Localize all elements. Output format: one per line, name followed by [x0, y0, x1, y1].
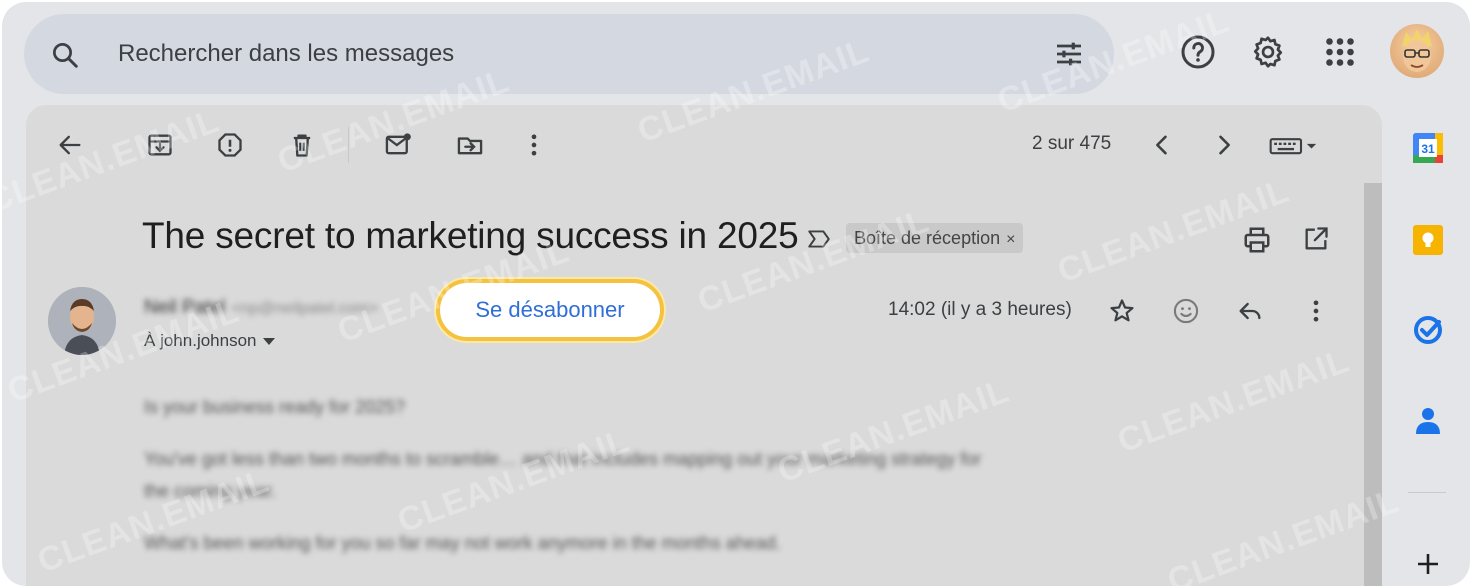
- message-more-vert-icon[interactable]: [1302, 297, 1330, 325]
- chevron-left-icon[interactable]: [1148, 131, 1176, 159]
- sender-name[interactable]: Neil Patel <np@neilpatel.com>: [144, 297, 378, 319]
- contacts-app-icon[interactable]: [1410, 402, 1446, 438]
- print-icon[interactable]: [1242, 225, 1272, 255]
- chevron-right-icon[interactable]: [1210, 131, 1238, 159]
- body-line: What's been working for you so far may n…: [144, 533, 781, 553]
- unsubscribe-button[interactable]: Se désabonner: [436, 279, 664, 341]
- search-bar[interactable]: Rechercher dans les messages: [24, 14, 1114, 94]
- body-line: the coming year.: [144, 481, 277, 501]
- apps-grid-icon[interactable]: [1322, 34, 1358, 70]
- inbox-label-chip[interactable]: Boîte de réception ×: [846, 223, 1024, 253]
- recipient-details-chevron-down-icon[interactable]: [262, 338, 275, 346]
- important-marker-icon[interactable]: [806, 226, 832, 252]
- side-panel-divider: [1408, 492, 1446, 493]
- to-prefix: À: [144, 331, 156, 350]
- memoji-face-icon: [1402, 29, 1432, 72]
- sender-avatar[interactable]: [48, 287, 116, 355]
- more-vert-icon[interactable]: [520, 131, 548, 159]
- message-timestamp: 14:02 (il y a 3 heures): [888, 299, 1072, 320]
- back-arrow-icon[interactable]: [56, 131, 84, 159]
- email-subject: The secret to marketing success in 2025: [142, 215, 799, 256]
- search-input[interactable]: Rechercher dans les messages: [118, 40, 454, 68]
- move-to-icon[interactable]: [456, 131, 484, 159]
- tasks-app-icon[interactable]: [1410, 312, 1446, 348]
- gear-icon[interactable]: [1250, 34, 1286, 70]
- calendar-day-text: 31: [1421, 142, 1435, 156]
- toolbar-divider: [348, 127, 349, 163]
- add-addon-icon[interactable]: [1410, 546, 1446, 582]
- remove-label-button[interactable]: ×: [1006, 231, 1015, 248]
- mark-unread-icon[interactable]: [384, 131, 412, 159]
- inbox-label-text: Boîte de réception: [854, 228, 1001, 248]
- recipient-line[interactable]: À john.johnson: [144, 331, 275, 351]
- sender-photo-icon: [48, 287, 116, 355]
- tune-icon[interactable]: [1052, 38, 1086, 70]
- message-card: 2 sur 475 The secret to marketing succes…: [26, 105, 1382, 586]
- delete-icon[interactable]: [288, 131, 316, 159]
- sender-email: <np@neilpatel.com>: [231, 300, 379, 317]
- to-recipient: john.johnson: [160, 331, 257, 350]
- message-scrollbar[interactable]: [1364, 183, 1382, 586]
- search-icon[interactable]: [50, 40, 80, 70]
- star-icon[interactable]: [1108, 297, 1136, 325]
- archive-icon[interactable]: [146, 131, 174, 159]
- open-in-new-window-icon[interactable]: [1302, 225, 1330, 253]
- keyboard-icon[interactable]: [1268, 131, 1320, 159]
- body-line: Is your business ready for 2025?: [144, 397, 406, 417]
- sender-name-text: Neil Patel: [144, 297, 226, 318]
- reply-icon[interactable]: [1236, 297, 1264, 325]
- report-spam-icon[interactable]: [216, 131, 244, 159]
- body-line: You've got less than two months to scram…: [144, 449, 982, 469]
- pager-count: 2 sur 475: [1032, 133, 1112, 154]
- account-avatar[interactable]: [1390, 24, 1444, 78]
- app-window: Rechercher dans les messages 2 sur 475 T…: [2, 2, 1470, 586]
- emoji-reaction-icon[interactable]: [1172, 297, 1200, 325]
- keep-app-icon[interactable]: [1410, 222, 1446, 258]
- help-icon[interactable]: [1180, 34, 1216, 70]
- calendar-app-icon[interactable]: 31: [1410, 130, 1446, 166]
